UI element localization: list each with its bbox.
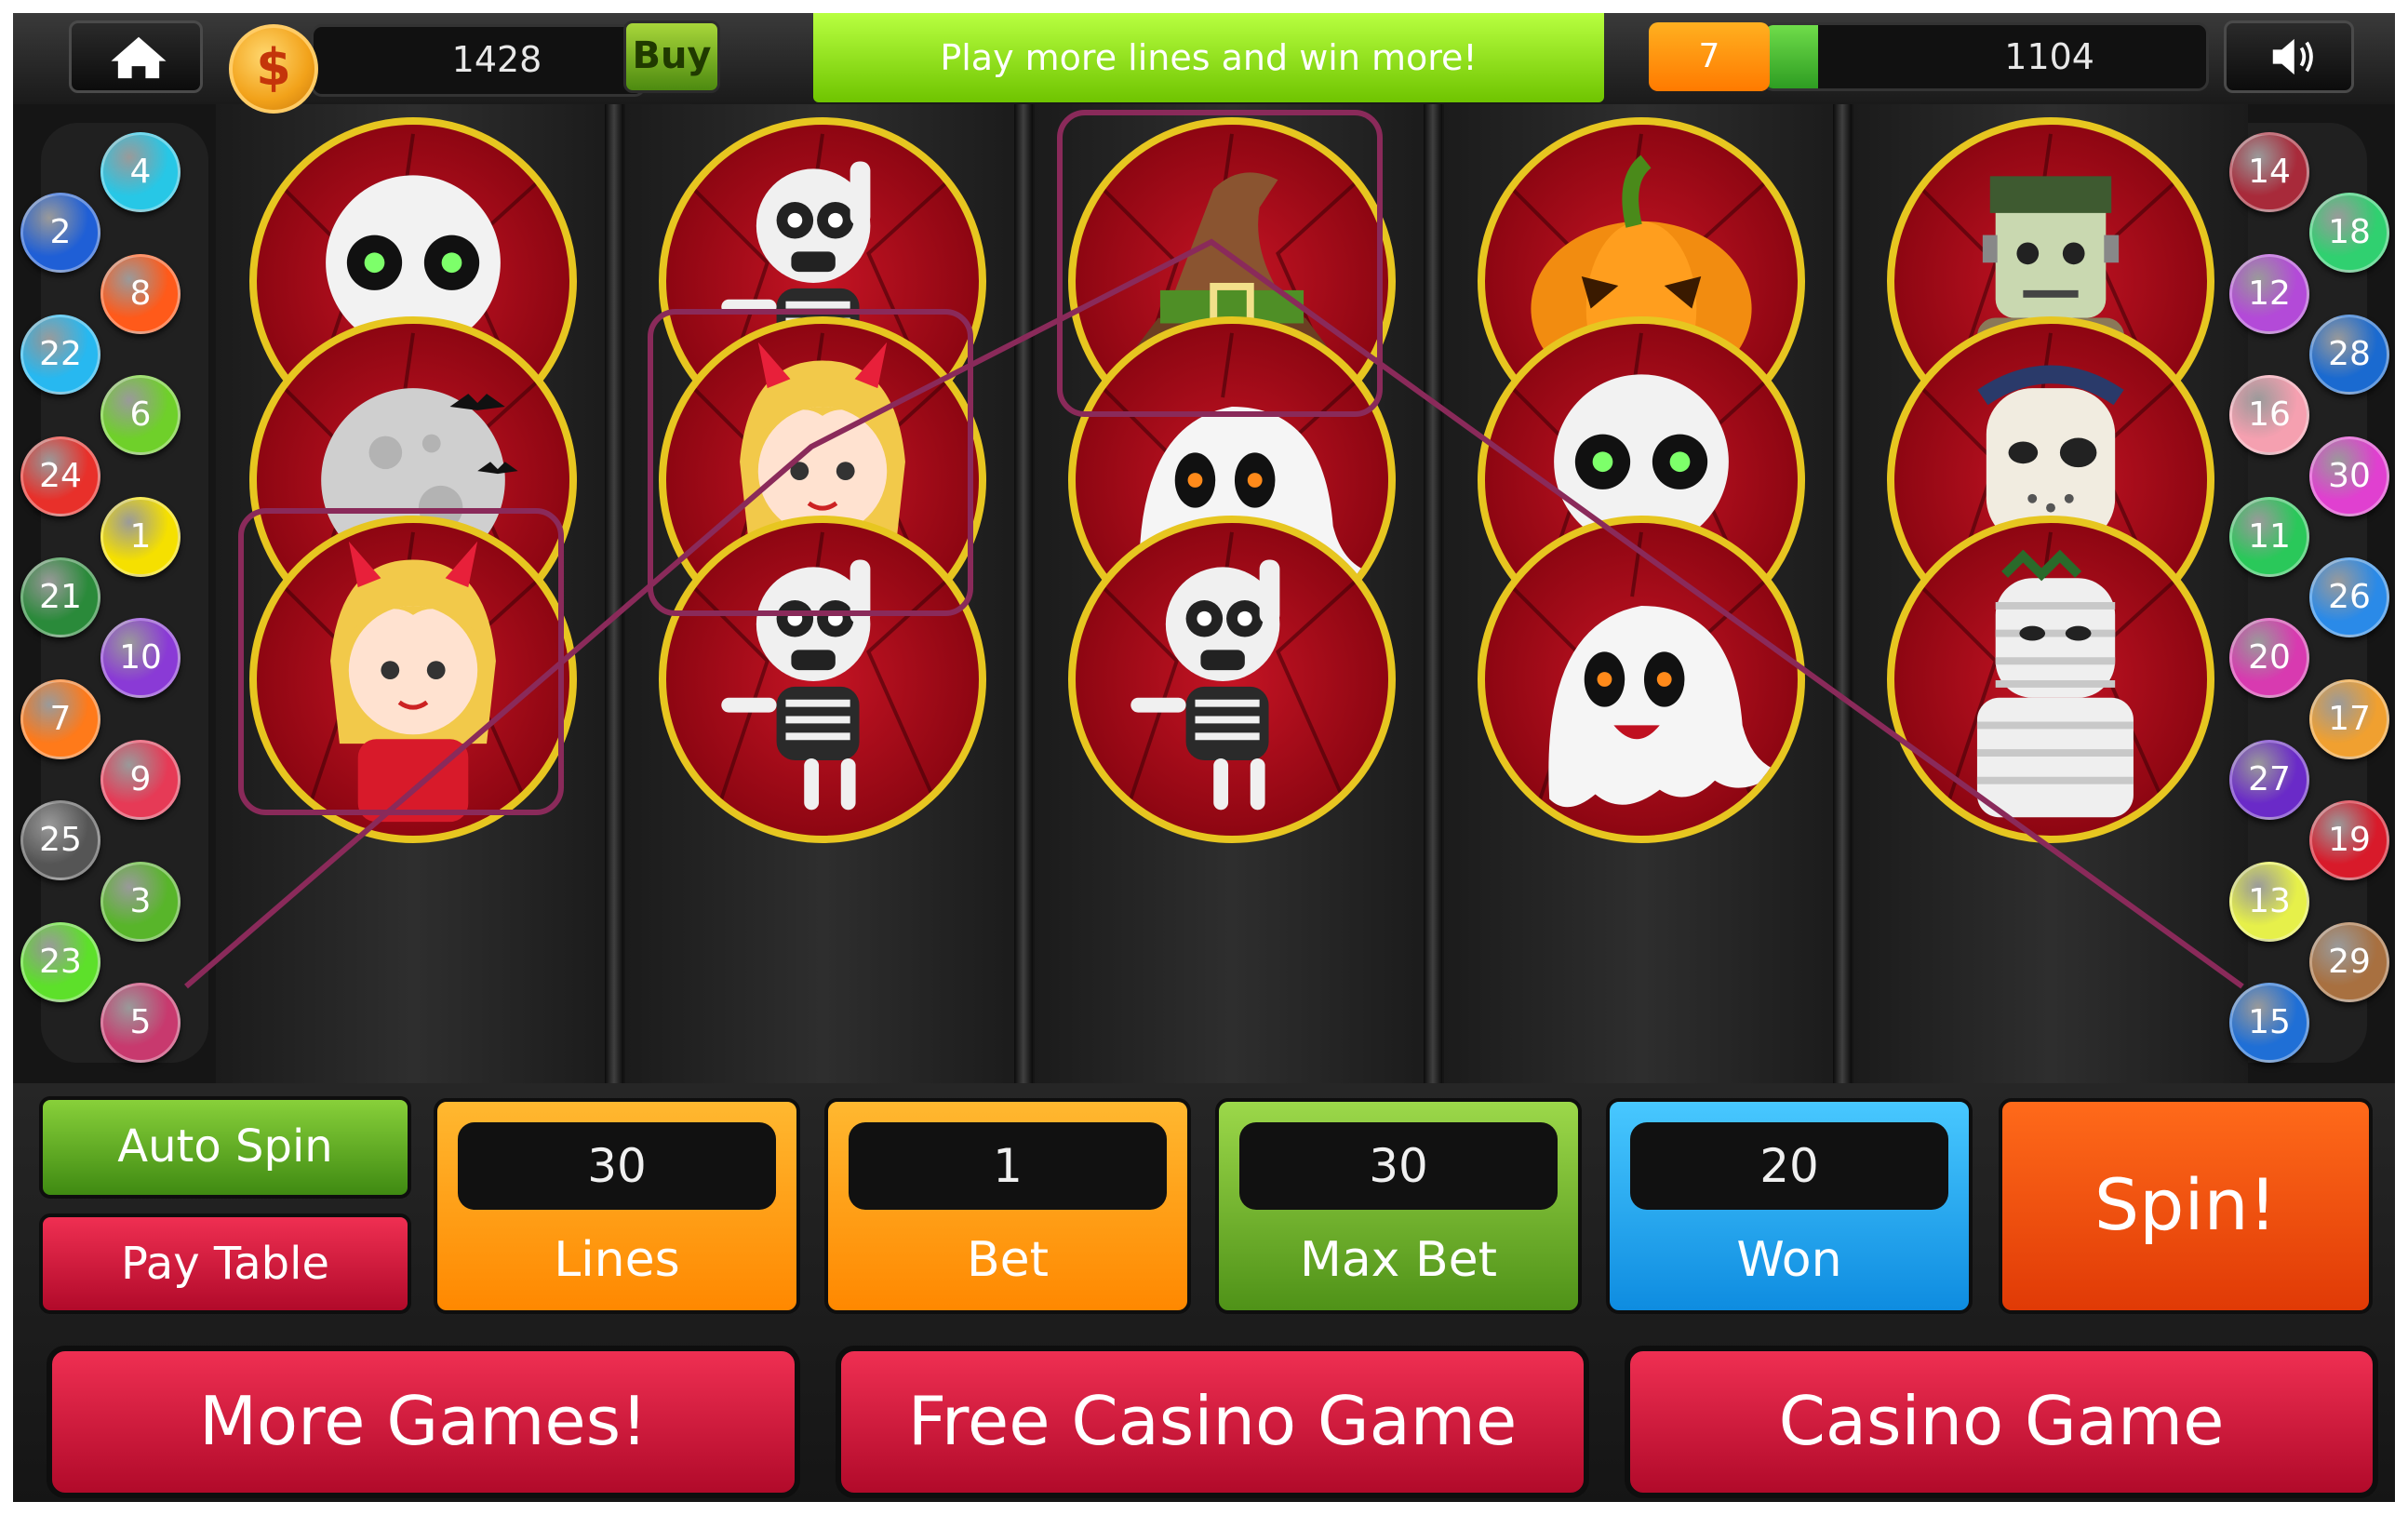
- payline-number-8[interactable]: 8: [100, 253, 181, 334]
- control-panel: Auto Spin Pay Table 30 Lines 1 Bet 30 Ma…: [13, 1083, 2395, 1502]
- payline-number-20[interactable]: 20: [2229, 618, 2309, 699]
- payline-number-17[interactable]: 17: [2309, 678, 2389, 759]
- payline-number-23[interactable]: 23: [20, 921, 100, 1002]
- payline-number-29[interactable]: 29: [2309, 921, 2389, 1002]
- payline-number-9[interactable]: 9: [100, 740, 181, 820]
- symbol-devil-girl: [249, 516, 577, 843]
- bet-panel[interactable]: 1 Bet: [824, 1098, 1191, 1314]
- sound-button[interactable]: [2224, 20, 2354, 93]
- auto-spin-button[interactable]: Auto Spin: [39, 1096, 411, 1199]
- casino-game-button[interactable]: Casino Game: [1625, 1346, 2378, 1498]
- bet-label: Bet: [966, 1232, 1050, 1288]
- payline-number-22[interactable]: 22: [20, 314, 100, 395]
- payline-number-19[interactable]: 19: [2309, 800, 2389, 881]
- payline-number-15[interactable]: 15: [2229, 983, 2309, 1064]
- payline-number-24[interactable]: 24: [20, 436, 100, 516]
- lines-label: Lines: [554, 1232, 680, 1288]
- payline-number-4[interactable]: 4: [100, 132, 181, 212]
- reel-area: 4 2 8 22 6 24 1 21 10 7 9 25 3 23 5 14 18 12 28 16 30 11 26 20 1…: [13, 104, 2395, 1083]
- payline-number-28[interactable]: 28: [2309, 314, 2389, 395]
- symbol-skeleton: [659, 516, 986, 843]
- reel-divider: [605, 104, 623, 1083]
- reel-divider: [1014, 104, 1033, 1083]
- payline-number-12[interactable]: 12: [2229, 253, 2309, 334]
- payline-number-10[interactable]: 10: [100, 618, 181, 699]
- symbol-mummy: [1887, 516, 2214, 843]
- lines-value: 30: [458, 1122, 776, 1210]
- xp-value: 1104: [2004, 36, 2094, 77]
- more-games-button[interactable]: More Games!: [47, 1346, 800, 1498]
- payline-number-3[interactable]: 3: [100, 861, 181, 942]
- max-bet-label: Max Bet: [1299, 1232, 1498, 1288]
- home-icon: [111, 36, 167, 79]
- level-badge: 7: [1649, 22, 1770, 91]
- payline-number-1[interactable]: 1: [100, 496, 181, 577]
- free-casino-game-button[interactable]: Free Casino Game: [836, 1346, 1589, 1498]
- won-panel: 20 Won: [1606, 1098, 1973, 1314]
- buy-button[interactable]: Buy: [623, 20, 720, 93]
- payline-number-11[interactable]: 11: [2229, 496, 2309, 577]
- reel-divider: [1833, 104, 1852, 1083]
- payline-number-21[interactable]: 21: [20, 557, 100, 638]
- promo-banner: Play more lines and win more!: [813, 13, 1604, 102]
- max-bet-panel[interactable]: 30 Max Bet: [1215, 1098, 1582, 1314]
- home-button[interactable]: [69, 20, 203, 93]
- payline-number-16[interactable]: 16: [2229, 375, 2309, 456]
- symbol-skeleton: [1068, 516, 1396, 843]
- speaker-icon: [2272, 38, 2313, 75]
- dollar-coin-icon: $: [229, 24, 318, 114]
- payline-number-7[interactable]: 7: [20, 678, 100, 759]
- lines-panel[interactable]: 30 Lines: [434, 1098, 800, 1314]
- bet-value: 1: [849, 1122, 1167, 1210]
- payline-number-18[interactable]: 18: [2309, 193, 2389, 274]
- xp-progress-bar: 1104: [1762, 22, 2209, 91]
- top-bar: 1428 $ Buy Play more lines and win more!…: [13, 13, 2395, 114]
- payline-number-13[interactable]: 13: [2229, 861, 2309, 942]
- payline-number-25[interactable]: 25: [20, 800, 100, 881]
- payline-number-26[interactable]: 26: [2309, 557, 2389, 638]
- credits-value: 1428: [451, 39, 542, 80]
- credits-display: 1428: [311, 24, 646, 97]
- payline-number-6[interactable]: 6: [100, 375, 181, 456]
- pay-table-button[interactable]: Pay Table: [39, 1213, 411, 1314]
- won-label: Won: [1736, 1232, 1842, 1288]
- payline-number-27[interactable]: 27: [2229, 740, 2309, 820]
- slot-game: 1428 $ Buy Play more lines and win more!…: [13, 13, 2395, 1502]
- won-value: 20: [1630, 1122, 1948, 1210]
- payline-number-5[interactable]: 5: [100, 983, 181, 1064]
- symbol-ghost: [1478, 516, 1805, 843]
- max-bet-value: 30: [1239, 1122, 1558, 1210]
- reel-divider: [1424, 104, 1442, 1083]
- payline-number-30[interactable]: 30: [2309, 436, 2389, 516]
- payline-number-14[interactable]: 14: [2229, 132, 2309, 212]
- payline-number-2[interactable]: 2: [20, 193, 100, 274]
- spin-button[interactable]: Spin!: [1999, 1098, 2373, 1314]
